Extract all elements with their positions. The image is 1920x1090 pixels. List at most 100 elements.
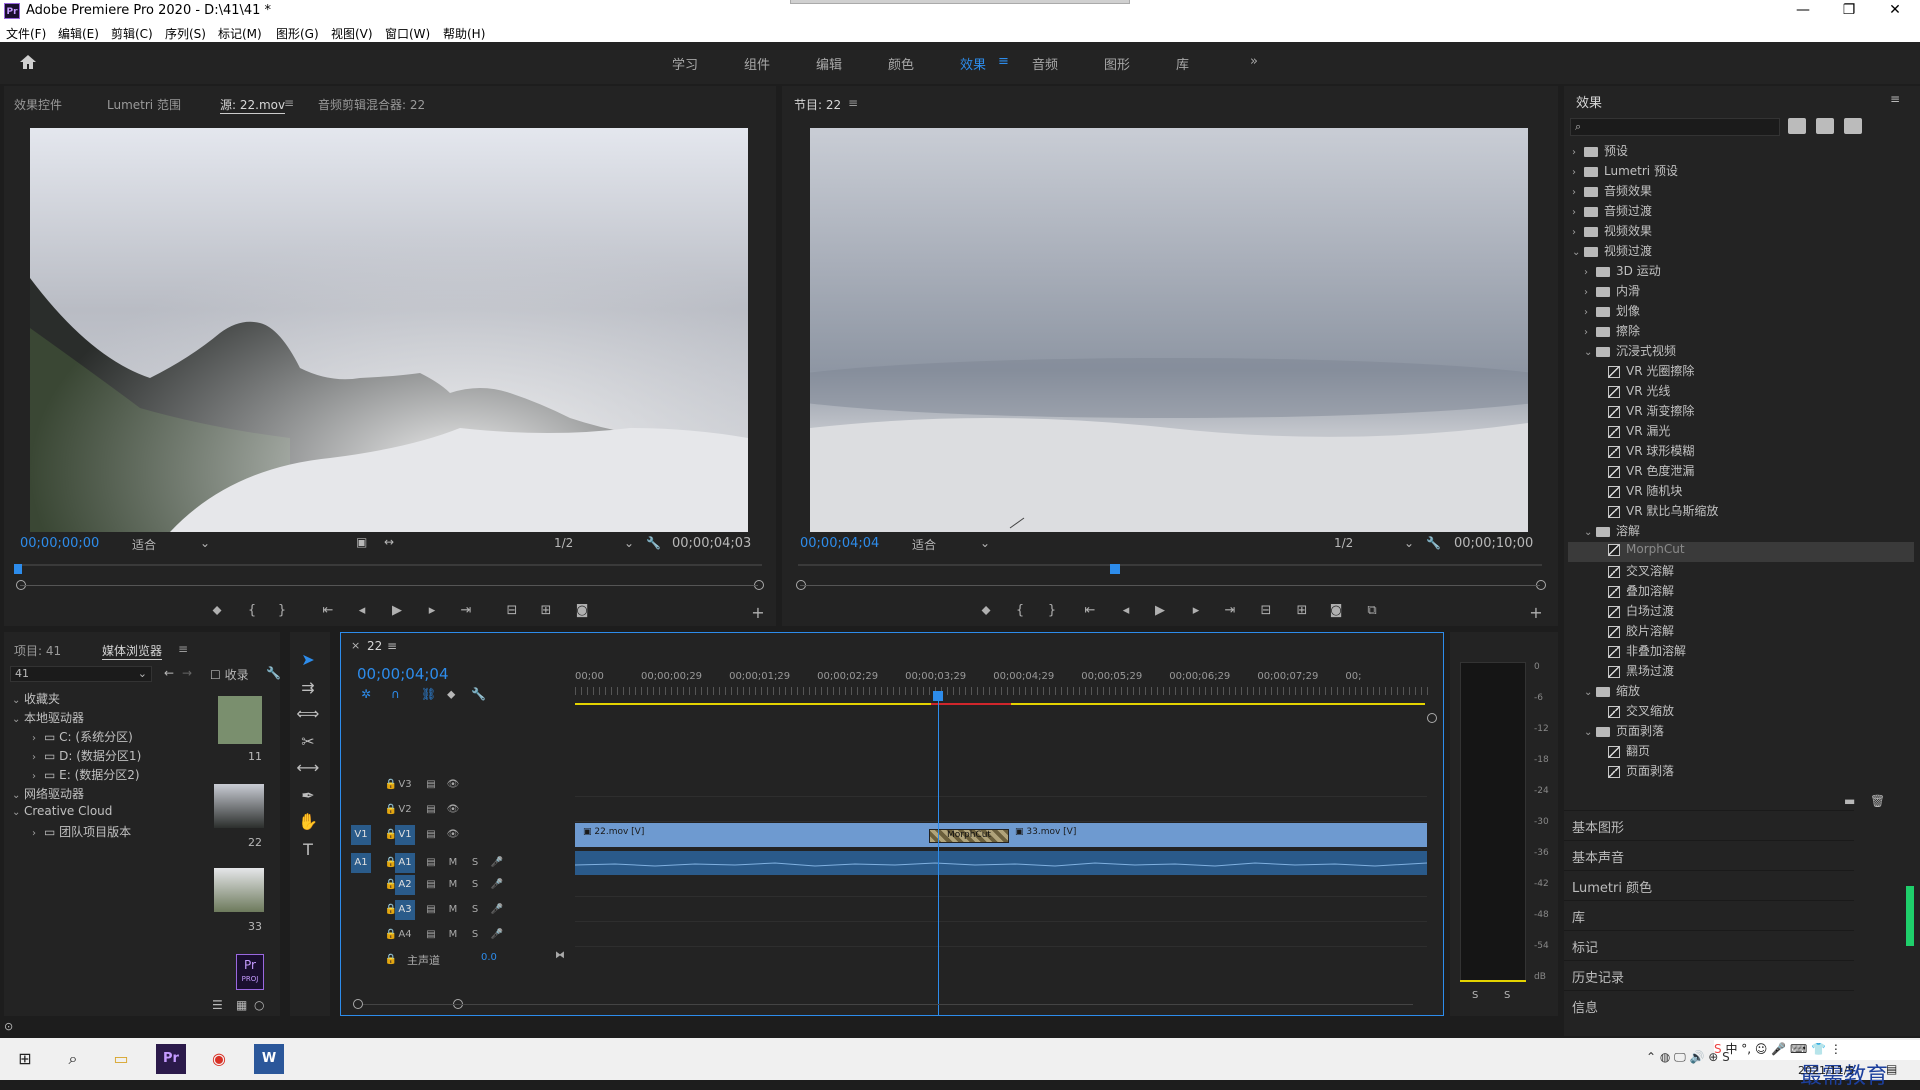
type-tool-icon[interactable]: T: [290, 840, 326, 866]
source-patch-v1[interactable]: V1: [351, 825, 371, 845]
timeline-playhead-handle[interactable]: [933, 691, 943, 701]
effect-item[interactable]: 交叉溶解: [1568, 562, 1914, 582]
chevron-down-icon[interactable]: ⌄: [12, 807, 24, 818]
chevron-down-icon[interactable]: ⌄: [1584, 687, 1596, 698]
media-tree-item[interactable]: ⌄ 收藏夹: [8, 690, 60, 710]
mute-button[interactable]: M: [443, 875, 463, 895]
thumbnail-33[interactable]: [214, 868, 264, 912]
track-target[interactable]: A4: [395, 925, 415, 945]
program-scrub-bar[interactable]: [798, 564, 1542, 566]
program-panel-menu-icon[interactable]: ≡: [848, 96, 858, 110]
chevron-right-icon[interactable]: ›: [32, 752, 44, 763]
razor-tool-icon[interactable]: ✂: [290, 732, 326, 758]
effects-folder[interactable]: › 音频过渡: [1568, 202, 1914, 222]
camera-icon[interactable]: ◙: [572, 603, 592, 618]
tab-lumetri-scopes[interactable]: Lumetri 范围: [107, 96, 181, 113]
menu-window[interactable]: 窗口(W): [385, 25, 430, 42]
essential-graphics-section[interactable]: 基本图形: [1564, 810, 1854, 838]
mark-out-icon[interactable]: }: [272, 603, 292, 618]
list-view-icon[interactable]: ☰: [212, 998, 223, 1012]
chrome-icon[interactable]: ◉: [204, 1044, 234, 1074]
effect-item[interactable]: VR 默比乌斯缩放: [1568, 502, 1914, 522]
audio-clip-track[interactable]: [574, 851, 1428, 875]
overwrite-icon[interactable]: ⊞: [536, 603, 556, 618]
zoom-slider[interactable]: ○: [254, 998, 264, 1012]
voiceover-icon[interactable]: 🎤: [487, 853, 507, 873]
effects-panel-menu-icon[interactable]: ≡: [1890, 92, 1900, 106]
effects-folder[interactable]: › 预设: [1568, 142, 1914, 162]
play-icon[interactable]: ▶: [1150, 603, 1170, 618]
insert-icon[interactable]: ⊟: [502, 603, 522, 618]
play-icon[interactable]: ▶: [387, 603, 407, 618]
chevron-right-icon[interactable]: ›: [32, 733, 44, 744]
back-arrow-icon[interactable]: ←: [164, 666, 174, 680]
search-icon[interactable]: ⌕: [58, 1044, 88, 1074]
chevron-right-icon[interactable]: ›: [32, 828, 44, 839]
libraries-section[interactable]: 库: [1564, 900, 1854, 928]
chevron-down-icon[interactable]: ⌄: [12, 790, 24, 801]
selection-tool-icon[interactable]: ➤: [290, 650, 326, 676]
accelerated-effects-icon[interactable]: [1788, 118, 1806, 134]
effect-item[interactable]: 翻页: [1568, 742, 1914, 762]
step-forward-icon[interactable]: ▸: [1186, 603, 1206, 618]
media-tree-item[interactable]: › ▭ E: (数据分区2): [8, 766, 140, 786]
add-marker-icon[interactable]: ⬥: [207, 603, 227, 618]
chevron-right-icon[interactable]: ›: [1572, 147, 1584, 158]
chevron-down-icon[interactable]: ⌄: [1572, 247, 1584, 258]
chevron-right-icon[interactable]: ›: [1572, 187, 1584, 198]
more-workspaces-icon[interactable]: »: [1250, 54, 1258, 69]
chevron-right-icon[interactable]: ›: [1572, 227, 1584, 238]
premiere-project-icon[interactable]: Pr PROJ: [236, 954, 264, 990]
effects-folder[interactable]: ⌄ 沉浸式视频: [1568, 342, 1914, 362]
go-to-out-icon[interactable]: ⇥: [456, 603, 476, 618]
morphcut-transition[interactable]: MorphCut: [929, 829, 1009, 843]
effect-item[interactable]: 白场过渡: [1568, 602, 1914, 622]
step-back-icon[interactable]: ◂: [352, 603, 372, 618]
workspace-tab-learn[interactable]: 学习: [672, 54, 698, 73]
effects-folder[interactable]: ⌄ 溶解: [1568, 522, 1914, 542]
sync-lock-icon[interactable]: ▤: [421, 900, 441, 920]
voiceover-icon[interactable]: 🎤: [487, 875, 507, 895]
effects-folder[interactable]: › 3D 运动: [1568, 262, 1914, 282]
solo-button[interactable]: S: [465, 875, 485, 895]
source-zoom-bar[interactable]: [20, 585, 758, 586]
program-timecode[interactable]: 00;00;04;04: [800, 536, 879, 551]
video-clip-track[interactable]: ▣ 22.mov [V] MorphCut ▣ 33.mov [V]: [575, 823, 1427, 847]
slip-tool-icon[interactable]: ⟷: [290, 758, 326, 784]
menu-file[interactable]: 文件(F): [6, 25, 46, 42]
tab-media-browser[interactable]: 媒体浏览器: [102, 642, 163, 660]
button-editor-plus-icon[interactable]: +: [1526, 603, 1546, 622]
effects-folder[interactable]: › 视频效果: [1568, 222, 1914, 242]
effects-folder[interactable]: › 音频效果: [1568, 182, 1914, 202]
effect-item[interactable]: VR 光线: [1568, 382, 1914, 402]
hand-tool-icon[interactable]: ✋: [290, 812, 326, 838]
timeline-timecode[interactable]: 00;00;04;04: [357, 665, 449, 683]
effects-folder[interactable]: ⌄ 页面剥落: [1568, 722, 1914, 742]
source-playhead[interactable]: [14, 564, 22, 574]
forward-arrow-icon[interactable]: →: [182, 666, 192, 680]
chevron-down-icon[interactable]: ⌄: [1584, 347, 1596, 358]
timeline-settings-icon[interactable]: 🔧: [471, 687, 486, 701]
workspace-tab-effects[interactable]: 效果: [960, 54, 986, 73]
workspace-tab-assembly[interactable]: 组件: [744, 54, 770, 73]
ingest-checkbox[interactable]: ☐ 收录: [210, 666, 249, 683]
effect-item[interactable]: 胶片溶解: [1568, 622, 1914, 642]
chevron-right-icon[interactable]: ›: [1584, 307, 1596, 318]
step-back-icon[interactable]: ◂: [1116, 603, 1136, 618]
ingest-settings-icon[interactable]: 🔧: [266, 666, 281, 680]
effects-folder[interactable]: ⌄ 视频过渡: [1568, 242, 1914, 262]
export-frame-icon[interactable]: ▣: [356, 535, 367, 549]
sync-lock-icon[interactable]: ▤: [421, 800, 441, 820]
source-fit-dropdown[interactable]: 适合 ⌄: [132, 536, 212, 553]
effect-item[interactable]: VR 光圈擦除: [1568, 362, 1914, 382]
eye-icon[interactable]: 👁: [443, 775, 463, 795]
pen-tool-icon[interactable]: ✒: [290, 786, 326, 812]
workspace-tab-libraries[interactable]: 库: [1176, 54, 1189, 73]
home-icon[interactable]: [18, 52, 38, 72]
source-panel-menu-icon[interactable]: ≡: [284, 96, 294, 110]
timeline-playhead-line[interactable]: [938, 693, 939, 1015]
menu-clip[interactable]: 剪辑(C): [111, 25, 153, 42]
chevron-right-icon[interactable]: ›: [1584, 287, 1596, 298]
track-target[interactable]: V1: [395, 825, 415, 845]
media-tree-item[interactable]: › ▭ C: (系统分区): [8, 728, 133, 748]
